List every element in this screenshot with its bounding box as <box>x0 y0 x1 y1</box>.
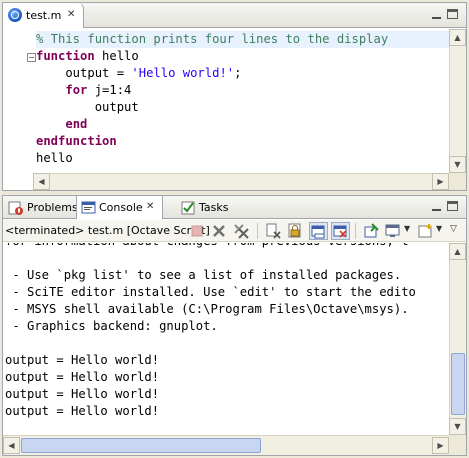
toolbar-separator <box>355 223 356 239</box>
code-keyword: function <box>36 49 95 63</box>
code-line[interactable]: % This function prints four lines to the… <box>36 31 449 48</box>
console-pane: Problems Console ✕ Tasks <terminated> te… <box>2 195 467 456</box>
minimize-icon[interactable] <box>430 8 444 21</box>
scroll-up-icon[interactable]: ▲ <box>449 29 466 46</box>
console-icon <box>81 201 96 214</box>
code-line[interactable]: output <box>36 99 449 116</box>
console-horizontal-scrollbar[interactable]: ◀ ▶ <box>3 435 449 455</box>
maximize-icon[interactable] <box>447 9 458 19</box>
problems-icon <box>8 201 23 215</box>
scroll-corner <box>449 435 466 455</box>
scroll-up-icon[interactable]: ▲ <box>449 243 466 260</box>
clear-console-icon[interactable] <box>265 223 282 239</box>
scroll-right-icon[interactable]: ▶ <box>432 437 449 454</box>
remove-launch-icon[interactable] <box>211 223 228 239</box>
close-tab-icon[interactable]: ✕ <box>67 10 75 20</box>
console-line: - Use `pkg list' to see a list of instal… <box>5 268 402 282</box>
code-comment: % This function prints four lines to the… <box>36 32 389 46</box>
code-line[interactable]: for j=1:4 <box>36 82 449 99</box>
tasks-icon <box>181 201 195 215</box>
console-line: - MSYS shell available (C:\Program Files… <box>5 302 409 316</box>
scroll-corner <box>449 173 466 190</box>
console-line: output = Hello world! <box>5 387 160 401</box>
tab-console-label: Console <box>99 201 143 214</box>
code-keyword: end <box>65 117 88 131</box>
console-line: output = Hello world! <box>5 370 160 384</box>
remove-all-terminated-icon[interactable] <box>233 223 250 239</box>
code-line[interactable]: hello <box>36 150 449 167</box>
close-console-tab-icon[interactable]: ✕ <box>146 202 154 212</box>
toolbar-separator <box>257 223 258 239</box>
console-title: <terminated> test.m [Octave Script] <box>5 224 210 237</box>
code-string: 'Hello world!' <box>131 66 235 80</box>
chevron-down-icon[interactable]: ▼ <box>436 224 442 233</box>
editor-tab-test-m[interactable]: test.m ✕ <box>3 3 84 28</box>
view-menu-icon[interactable]: ▽ <box>450 224 457 234</box>
editor-pane: test.m ✕ − % This function prints four l… <box>2 2 467 191</box>
console-toolbar: <terminated> test.m [Octave Script] ▼ ▼ … <box>3 220 466 242</box>
tab-problems-label: Problems <box>27 201 78 214</box>
console-line: for information about changes from previ… <box>5 243 409 250</box>
code-line[interactable]: function hello <box>36 48 449 65</box>
tab-problems[interactable]: Problems <box>3 196 78 219</box>
scroll-left-icon[interactable]: ◀ <box>33 173 50 190</box>
octave-file-icon <box>8 8 22 22</box>
code-keyword: endfunction <box>36 134 117 148</box>
scroll-lock-icon[interactable] <box>287 223 304 239</box>
scrollbar-thumb[interactable] <box>21 438 261 453</box>
scrollbar-thumb[interactable] <box>451 353 465 415</box>
scroll-down-icon[interactable]: ▼ <box>449 418 466 435</box>
code-text: output <box>36 100 139 114</box>
display-console-icon[interactable] <box>385 223 402 239</box>
scroll-right-icon[interactable]: ▶ <box>432 173 449 190</box>
code-text: j=1:4 <box>87 83 132 97</box>
console-line: - SciTE editor installed. Use `edit' to … <box>5 285 416 299</box>
code-keyword: for <box>65 83 88 97</box>
code-text: output = <box>36 66 132 80</box>
code-line[interactable]: output = 'Hello world!'; <box>36 65 449 82</box>
editor-horizontal-scrollbar[interactable]: ◀ ▶ <box>33 173 449 190</box>
views-tab-bar: Problems Console ✕ Tasks <box>3 196 466 219</box>
tab-console[interactable]: Console ✕ <box>76 196 163 219</box>
code-text: hello <box>94 49 139 63</box>
tab-tasks-label: Tasks <box>199 201 229 214</box>
show-on-stdout-button[interactable] <box>309 222 328 240</box>
open-console-icon[interactable] <box>417 223 434 239</box>
console-line: output = Hello world! <box>5 353 160 367</box>
fold-collapse-icon[interactable]: − <box>27 53 36 62</box>
console-minimize-icon[interactable] <box>430 200 444 213</box>
editor-tab-label: test.m <box>26 9 62 22</box>
code-text: hello <box>36 151 73 165</box>
console-vertical-scrollbar[interactable]: ▲ ▼ <box>449 243 466 435</box>
scroll-left-icon[interactable]: ◀ <box>3 437 20 454</box>
tab-tasks[interactable]: Tasks <box>175 196 235 219</box>
show-on-stderr-button[interactable] <box>331 222 350 240</box>
pin-console-icon[interactable] <box>363 223 380 239</box>
scroll-down-icon[interactable]: ▼ <box>449 156 466 173</box>
show-on-stdout-icon <box>311 225 325 239</box>
console-line: - Graphics backend: gnuplot. <box>5 319 218 333</box>
console-line: output = Hello world! <box>5 404 160 418</box>
chevron-down-icon[interactable]: ▼ <box>404 224 410 233</box>
editor-tab-bar: test.m ✕ <box>3 3 466 28</box>
terminate-icon[interactable] <box>189 223 206 239</box>
editor-vertical-scrollbar[interactable]: ▲ ▼ <box>449 29 466 173</box>
code-text: ; <box>234 66 242 80</box>
code-line[interactable]: endfunction <box>36 133 449 150</box>
console-maximize-icon[interactable] <box>447 201 458 211</box>
code-editor[interactable]: − % This function prints four lines to t… <box>3 29 449 173</box>
console-output[interactable]: for information about changes from previ… <box>3 243 448 435</box>
show-on-stderr-icon <box>333 225 347 238</box>
code-line[interactable]: end <box>36 116 449 133</box>
